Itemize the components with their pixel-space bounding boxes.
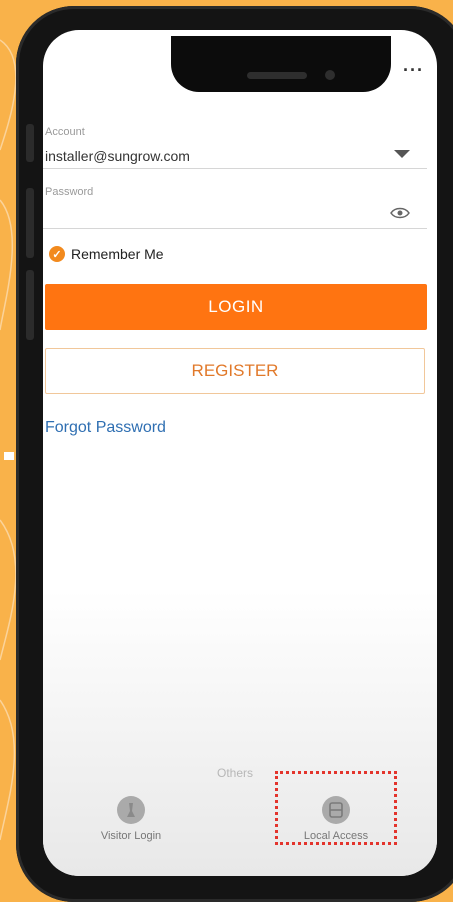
- phone-volume-down: [26, 270, 34, 340]
- app-screen: Login ··· Account installer@sungrow.com …: [43, 30, 437, 876]
- password-label: Password: [45, 186, 94, 198]
- account-input[interactable]: installer@sungrow.com: [45, 148, 190, 164]
- eye-icon[interactable]: [390, 206, 410, 220]
- speaker: [247, 72, 307, 79]
- password-underline: [43, 228, 427, 229]
- edge-marker: [4, 452, 14, 460]
- account-underline: [43, 168, 427, 169]
- check-icon[interactable]: ✓: [49, 246, 65, 262]
- front-camera: [325, 70, 335, 80]
- visitor-login-option[interactable]: Visitor Login: [71, 796, 191, 842]
- register-button[interactable]: REGISTER: [45, 348, 425, 394]
- remember-me-label: Remember Me: [71, 246, 164, 262]
- more-icon[interactable]: ···: [403, 60, 424, 81]
- chevron-down-icon[interactable]: [394, 150, 410, 158]
- remember-me-checkbox[interactable]: ✓ Remember Me: [49, 246, 164, 262]
- visitor-login-label: Visitor Login: [100, 830, 162, 842]
- phone-mute-switch: [26, 124, 34, 162]
- account-label: Account: [45, 126, 85, 138]
- forgot-password-link[interactable]: Forgot Password: [45, 419, 166, 437]
- visitor-icon: [117, 796, 145, 824]
- local-access-highlight-box: [275, 771, 397, 845]
- phone-volume-up: [26, 188, 34, 258]
- phone-notch: [171, 36, 391, 92]
- login-button[interactable]: LOGIN: [45, 284, 427, 330]
- password-input[interactable]: [45, 206, 375, 224]
